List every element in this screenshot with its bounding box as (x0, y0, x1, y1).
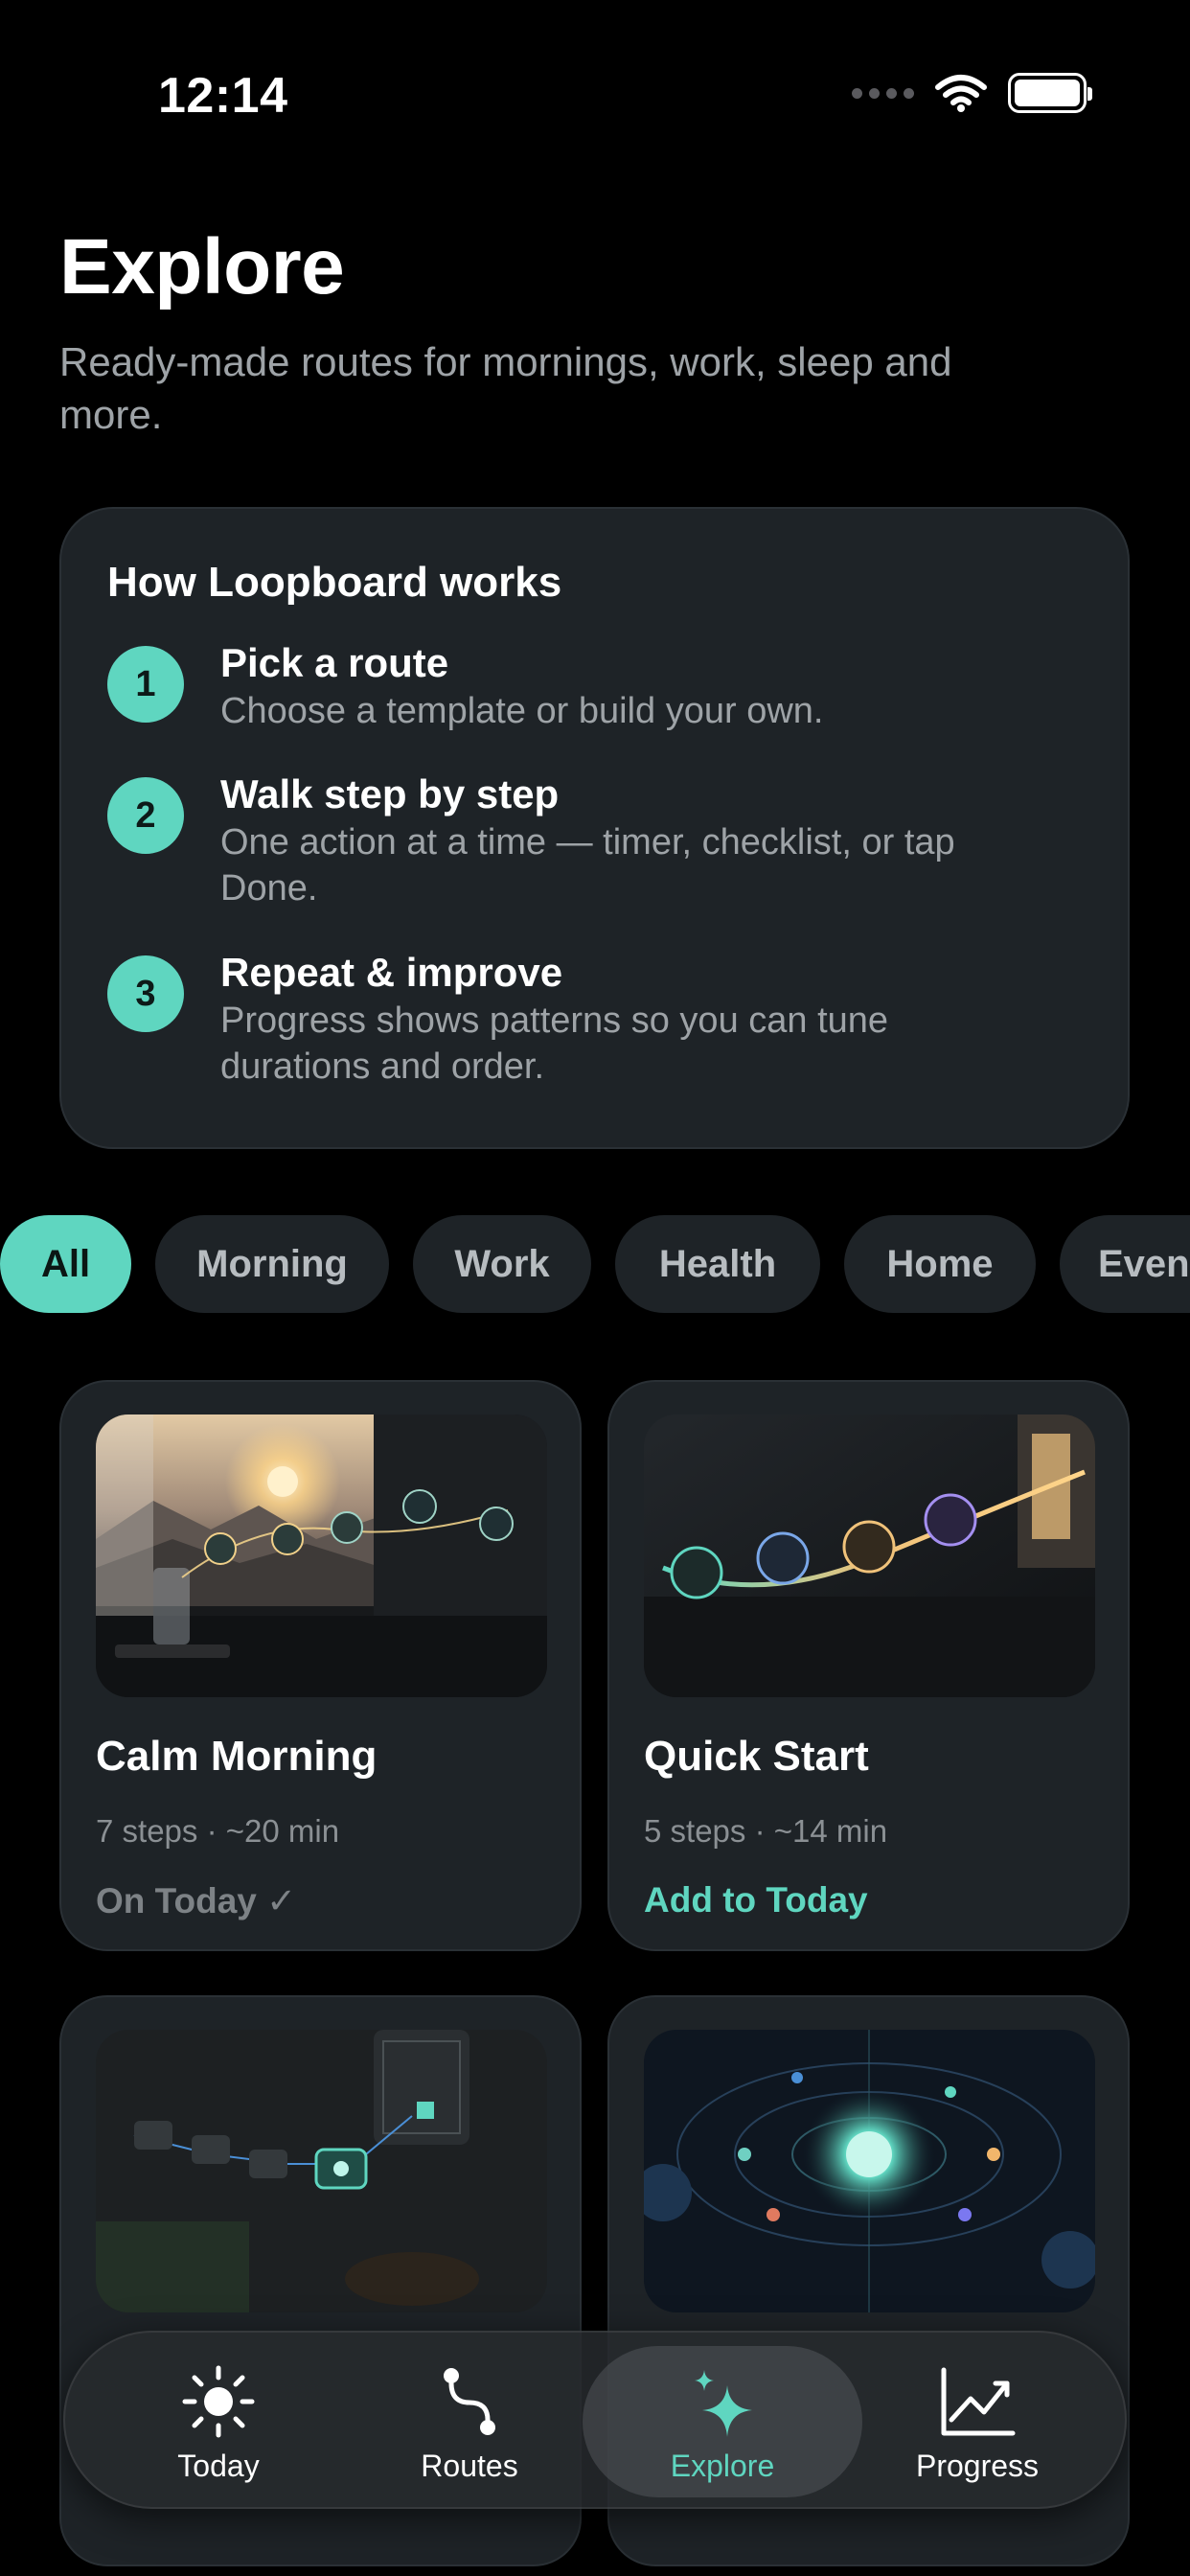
step-number-badge: 3 (107, 955, 184, 1032)
how-it-works-card: How Loopboard works 1 Pick a route Choos… (59, 507, 1130, 1149)
tab-progress[interactable]: Progress (881, 2333, 1073, 2511)
step-number-badge: 1 (107, 646, 184, 723)
tab-today[interactable]: Today (123, 2333, 314, 2511)
chart-trend-icon (941, 2367, 1016, 2435)
route-icon (444, 2367, 495, 2435)
route-card-calm-morning[interactable]: Calm Morning 7 steps · ~20 min On Today … (59, 1380, 582, 1951)
route-card-quick-start[interactable]: Quick Start 5 steps · ~14 min Add to Tod… (607, 1380, 1130, 1951)
filter-chip-morning[interactable]: Morning (155, 1215, 389, 1313)
step-description: Progress shows patterns so you can tune … (220, 1000, 889, 1087)
route-name: Calm Morning (96, 1733, 378, 1780)
tab-label: Progress (915, 2448, 1040, 2483)
add-to-today-button[interactable]: Add to Today (644, 1880, 868, 1920)
tab-explore[interactable]: Explore (627, 2333, 818, 2511)
page-subtitle: Ready-made routes for mornings, work, sl… (59, 339, 952, 437)
page-title: Explore (59, 223, 345, 310)
step-description: Choose a template or build your own. (220, 691, 824, 731)
sparkles-icon (695, 2369, 752, 2437)
battery-icon (1008, 73, 1092, 113)
route-meta: 7 steps · ~20 min (96, 1813, 340, 1849)
route-name: Quick Start (644, 1733, 869, 1780)
step-title: Walk step by step (220, 771, 560, 816)
filter-chip-evening[interactable]: Even (1060, 1215, 1190, 1313)
wifi-icon (935, 75, 987, 112)
status-bar: 12:14 (0, 0, 1190, 144)
route-meta: 5 steps · ~14 min (644, 1813, 888, 1849)
step-title: Repeat & improve (220, 950, 563, 995)
step-title: Pick a route (220, 640, 449, 685)
filter-chip-all[interactable]: All (0, 1215, 131, 1313)
route-thumbnail (644, 1414, 1095, 1697)
step-number-badge: 2 (107, 777, 184, 854)
tab-label: Routes (421, 2448, 518, 2483)
status-icons (852, 73, 1092, 113)
how-it-works-title: How Loopboard works (107, 559, 562, 606)
tab-label: Today (177, 2448, 260, 2483)
on-today-status: On Today ✓ (96, 1881, 297, 1920)
status-time: 12:14 (158, 68, 288, 124)
tab-routes[interactable]: Routes (374, 2333, 565, 2511)
filter-chip-home[interactable]: Home (844, 1215, 1036, 1313)
tab-bar: Today Routes Explore Progress (63, 2331, 1127, 2509)
filter-chip-health[interactable]: Health (615, 1215, 820, 1313)
explore-screen: 12:14 Explore Ready-made routes for morn… (0, 0, 1190, 2576)
step-description: One action at a time — timer, checklist,… (220, 822, 955, 908)
sun-icon (182, 2365, 255, 2437)
cellular-signal-icon (852, 87, 914, 99)
route-thumbnail (96, 2030, 547, 2312)
category-filter-bar: All Morning Work Health Home Even (0, 1215, 1190, 1313)
tab-label: Explore (670, 2448, 775, 2483)
filter-chip-work[interactable]: Work (413, 1215, 591, 1313)
route-thumbnail (644, 2030, 1095, 2312)
route-thumbnail (96, 1414, 547, 1697)
